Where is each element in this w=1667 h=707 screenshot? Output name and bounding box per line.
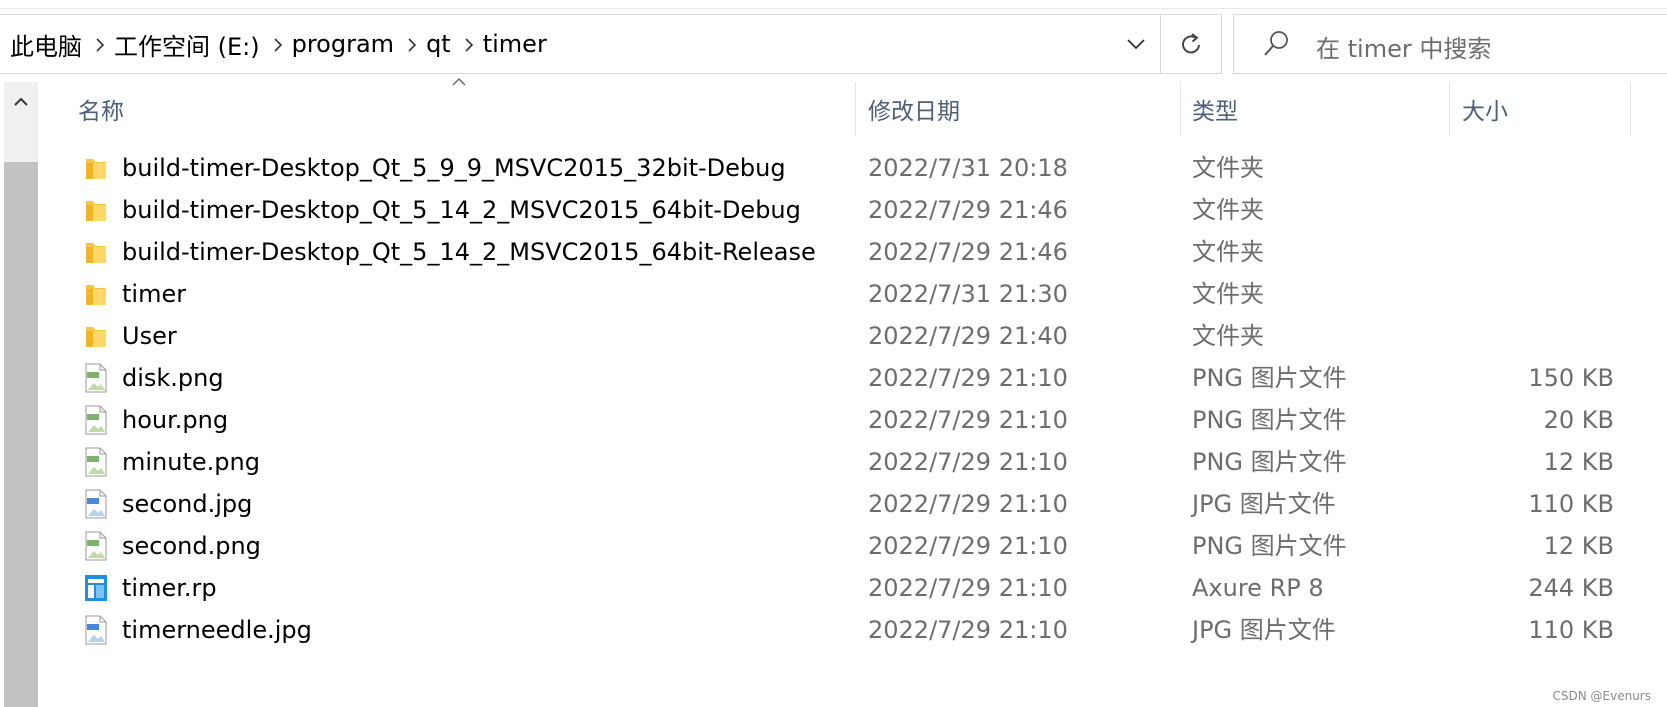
file-name[interactable]: disk.png [122, 357, 224, 399]
file-size: 12 KB [1543, 448, 1614, 476]
file-name[interactable]: timer.rp [122, 567, 217, 609]
chevron-down-icon [1127, 39, 1145, 50]
file-row[interactable]: timerneedle.jpg 2022/7/29 21:10 JPG 图片文件 11… [0, 609, 1667, 651]
png-file-icon [84, 531, 108, 561]
file-type: Axure RP 8 [1192, 574, 1324, 602]
file-date: 2022/7/29 21:10 [868, 364, 1068, 392]
file-row[interactable]: disk.png 2022/7/29 21:10 PNG 图片文件 150 KB [0, 357, 1667, 399]
axure-file-icon [84, 573, 108, 603]
file-name[interactable]: build-timer-Desktop_Qt_5_9_9_MSVC2015_32… [122, 147, 786, 189]
chevron-right-icon[interactable] [266, 30, 290, 58]
png-file-icon [84, 405, 108, 435]
folder-icon [84, 195, 108, 225]
file-type: 文件夹 [1192, 238, 1264, 266]
file-name[interactable]: build-timer-Desktop_Qt_5_14_2_MSVC2015_6… [122, 231, 816, 273]
chevron-right-icon[interactable] [457, 30, 481, 58]
file-size: 20 KB [1543, 406, 1614, 434]
address-history-dropdown[interactable] [1114, 15, 1158, 73]
chevron-right-icon[interactable] [400, 30, 424, 58]
refresh-button[interactable] [1160, 15, 1221, 73]
file-list: build-timer-Desktop_Qt_5_9_9_MSVC2015_32… [0, 147, 1667, 651]
file-type: 文件夹 [1192, 196, 1264, 224]
file-date: 2022/7/31 20:18 [868, 154, 1068, 182]
search-box[interactable]: 在 timer 中搜索 [1233, 14, 1667, 74]
folder-icon [84, 237, 108, 267]
jpg-file-icon [84, 489, 108, 519]
file-size: 150 KB [1528, 364, 1614, 392]
window-top-edge [0, 0, 1667, 9]
file-row[interactable]: build-timer-Desktop_Qt_5_14_2_MSVC2015_6… [0, 189, 1667, 231]
file-date: 2022/7/31 21:30 [868, 280, 1068, 308]
file-size: 244 KB [1528, 574, 1614, 602]
file-type: 文件夹 [1192, 322, 1264, 350]
watermark: CSDN @Evenurs [1552, 689, 1652, 703]
sort-ascending-icon [452, 78, 466, 86]
chevron-right-icon[interactable] [88, 30, 112, 58]
file-row[interactable]: hour.png 2022/7/29 21:10 PNG 图片文件 20 KB [0, 399, 1667, 441]
file-type: PNG 图片文件 [1192, 448, 1347, 476]
search-icon [1264, 31, 1288, 56]
file-row[interactable]: minute.png 2022/7/29 21:10 PNG 图片文件 12 KB [0, 441, 1667, 483]
file-row[interactable]: User 2022/7/29 21:40 文件夹 [0, 315, 1667, 357]
file-row[interactable]: second.png 2022/7/29 21:10 PNG 图片文件 12 KB [0, 525, 1667, 567]
file-name[interactable]: hour.png [122, 399, 228, 441]
breadcrumb-this-pc[interactable]: 此电脑 [8, 27, 88, 62]
png-file-icon [84, 363, 108, 393]
file-name[interactable]: build-timer-Desktop_Qt_5_14_2_MSVC2015_6… [122, 189, 801, 231]
png-file-icon [84, 447, 108, 477]
file-date: 2022/7/29 21:46 [868, 196, 1068, 224]
refresh-icon [1182, 33, 1200, 54]
file-type: JPG 图片文件 [1192, 490, 1336, 518]
file-type: 文件夹 [1192, 154, 1264, 182]
column-header-name[interactable]: 名称 [78, 82, 124, 136]
address-bar[interactable]: 此电脑 工作空间 (E:) program qt timer [0, 14, 1222, 74]
file-name[interactable]: timerneedle.jpg [122, 609, 312, 651]
file-size: 12 KB [1543, 532, 1614, 560]
breadcrumb: 此电脑 工作空间 (E:) program qt timer [8, 15, 553, 73]
column-divider[interactable] [855, 82, 856, 136]
file-row[interactable]: build-timer-Desktop_Qt_5_9_9_MSVC2015_32… [0, 147, 1667, 189]
column-divider[interactable] [1180, 82, 1181, 136]
file-row[interactable]: build-timer-Desktop_Qt_5_14_2_MSVC2015_6… [0, 231, 1667, 273]
file-date: 2022/7/29 21:10 [868, 448, 1068, 476]
file-type: JPG 图片文件 [1192, 616, 1336, 644]
file-row[interactable]: second.jpg 2022/7/29 21:10 JPG 图片文件 110 KB [0, 483, 1667, 525]
breadcrumb-timer[interactable]: timer [481, 30, 553, 58]
file-name[interactable]: timer [122, 273, 186, 315]
file-date: 2022/7/29 21:10 [868, 490, 1068, 518]
file-name[interactable]: User [122, 315, 177, 357]
file-type: 文件夹 [1192, 280, 1264, 308]
chevron-up-icon [14, 97, 28, 106]
file-row[interactable]: timer 2022/7/31 21:30 文件夹 [0, 273, 1667, 315]
column-divider[interactable] [1630, 82, 1631, 136]
breadcrumb-qt[interactable]: qt [424, 30, 457, 58]
column-header-size[interactable]: 大小 [1462, 82, 1508, 136]
file-date: 2022/7/29 21:46 [868, 238, 1068, 266]
folder-icon [84, 321, 108, 351]
file-name[interactable]: second.jpg [122, 483, 252, 525]
file-type: PNG 图片文件 [1192, 406, 1347, 434]
column-header-date[interactable]: 修改日期 [868, 82, 960, 136]
column-divider[interactable] [1449, 82, 1450, 136]
file-date: 2022/7/29 21:10 [868, 406, 1068, 434]
file-date: 2022/7/29 21:40 [868, 322, 1068, 350]
file-date: 2022/7/29 21:10 [868, 574, 1068, 602]
folder-icon [84, 279, 108, 309]
file-row[interactable]: timer.rp 2022/7/29 21:10 Axure RP 8 244 KB [0, 567, 1667, 609]
file-date: 2022/7/29 21:10 [868, 616, 1068, 644]
file-type: PNG 图片文件 [1192, 364, 1347, 392]
file-name[interactable]: minute.png [122, 441, 260, 483]
breadcrumb-drive[interactable]: 工作空间 (E:) [112, 27, 266, 62]
file-type: PNG 图片文件 [1192, 532, 1347, 560]
folder-icon [84, 153, 108, 183]
file-size: 110 KB [1528, 616, 1614, 644]
search-input[interactable]: 在 timer 中搜索 [1316, 29, 1491, 64]
scroll-up-button[interactable] [4, 82, 38, 122]
file-size: 110 KB [1528, 490, 1614, 518]
jpg-file-icon [84, 615, 108, 645]
file-date: 2022/7/29 21:10 [868, 532, 1068, 560]
breadcrumb-program[interactable]: program [290, 30, 400, 58]
file-name[interactable]: second.png [122, 525, 261, 567]
column-header-type[interactable]: 类型 [1192, 82, 1238, 136]
